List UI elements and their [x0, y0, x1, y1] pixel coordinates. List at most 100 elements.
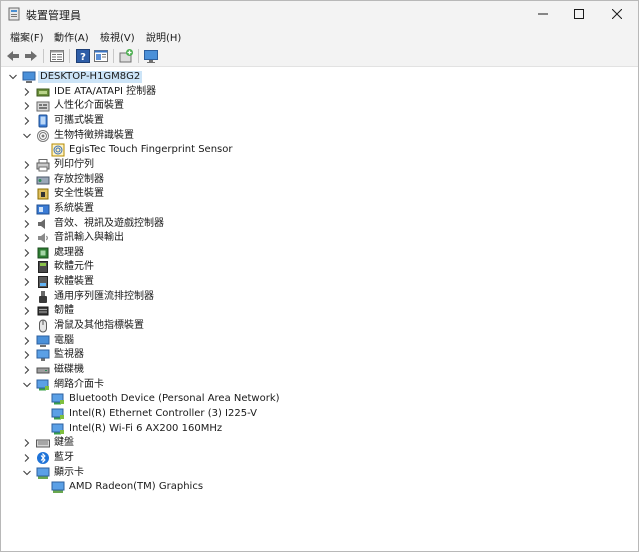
- chevron-right-icon[interactable]: [22, 160, 32, 170]
- tree-root-label: DESKTOP-H1GM8G2: [38, 71, 143, 83]
- chevron-down-icon[interactable]: [22, 131, 32, 141]
- menu-action[interactable]: 動作(A): [54, 29, 89, 44]
- help-icon[interactable]: ?: [75, 48, 91, 64]
- portable-device-icon: [38, 114, 48, 128]
- ide-controller-icon: [36, 88, 50, 97]
- tree-category-item[interactable]: 顯示卡: [1, 466, 638, 481]
- tree-category-item[interactable]: 監視器: [1, 348, 638, 363]
- tree-device-item[interactable]: Intel(R) Ethernet Controller (3) I225-V: [1, 407, 638, 422]
- tree-root[interactable]: DESKTOP-H1GM8G2: [1, 70, 638, 85]
- tree-category-item[interactable]: 韌體: [1, 304, 638, 319]
- tree-category-item[interactable]: 可攜式裝置: [1, 114, 638, 129]
- chevron-right-icon[interactable]: [22, 262, 32, 272]
- tree-category-item[interactable]: 生物特徵辨識裝置: [1, 129, 638, 144]
- svg-text:?: ?: [80, 52, 86, 63]
- processor-icon: [37, 247, 49, 259]
- update-driver-icon[interactable]: [118, 48, 134, 64]
- tree-category-item[interactable]: 磁碟機: [1, 363, 638, 378]
- fingerprint-icon: [51, 143, 65, 157]
- tree-category-label: 軟體元件: [54, 261, 94, 273]
- monitor-scan-icon[interactable]: [143, 48, 159, 64]
- tree-category-item[interactable]: 網路介面卡: [1, 378, 638, 393]
- chevron-right-icon[interactable]: [22, 292, 32, 302]
- chevron-right-icon[interactable]: [22, 277, 32, 287]
- tree-category-label: 可攜式裝置: [54, 114, 104, 126]
- chevron-right-icon[interactable]: [22, 350, 32, 360]
- tree-category-label: 韌體: [54, 305, 74, 317]
- tree-device-item[interactable]: Bluetooth Device (Personal Area Network): [1, 392, 638, 407]
- tree-device-item[interactable]: Intel(R) Wi-Fi 6 AX200 160MHz: [1, 422, 638, 437]
- minimize-button[interactable]: [523, 1, 563, 27]
- tree-category-item[interactable]: 存放控制器: [1, 173, 638, 188]
- tree-device-item[interactable]: AMD Radeon(TM) Graphics: [1, 480, 638, 495]
- tree-category-label: 電腦: [54, 334, 74, 346]
- chevron-right-icon[interactable]: [22, 336, 32, 346]
- chevron-right-icon[interactable]: [22, 453, 32, 463]
- properties-icon[interactable]: [49, 48, 65, 64]
- menu-file[interactable]: 檔案(F): [10, 29, 44, 44]
- tree-device-item[interactable]: EgisTec Touch Fingerprint Sensor: [1, 143, 638, 158]
- chevron-down-icon[interactable]: [22, 380, 32, 390]
- tree-device-label: Intel(R) Ethernet Controller (3) I225-V: [69, 407, 257, 419]
- monitor-icon: [36, 349, 50, 362]
- tree-category-item[interactable]: 列印佇列: [1, 158, 638, 173]
- network-adapter-icon: [51, 393, 64, 405]
- menu-view[interactable]: 檢視(V): [100, 29, 135, 44]
- chevron-right-icon[interactable]: [22, 321, 32, 331]
- minimize-icon: [538, 13, 548, 15]
- close-button[interactable]: [597, 1, 637, 27]
- title-bar[interactable]: 裝置管理員: [1, 1, 638, 27]
- tree-category-label: IDE ATA/ATAPI 控制器: [54, 85, 157, 97]
- tree-category-item[interactable]: 安全性裝置: [1, 187, 638, 202]
- back-arrow-icon[interactable]: [5, 48, 21, 64]
- tree-category-item[interactable]: 電腦: [1, 334, 638, 349]
- chevron-right-icon[interactable]: [22, 87, 32, 97]
- tree-category-item[interactable]: 藍牙: [1, 451, 638, 466]
- tree-category-item[interactable]: 音訊輸入與輸出: [1, 231, 638, 246]
- firmware-icon: [37, 306, 49, 316]
- chevron-right-icon[interactable]: [22, 101, 32, 111]
- tree-category-label: 通用序列匯流排控制器: [54, 290, 154, 302]
- computer-icon: [22, 71, 36, 83]
- chevron-right-icon[interactable]: [22, 365, 32, 375]
- software-device-icon: [38, 276, 48, 289]
- maximize-icon: [574, 9, 584, 19]
- chevron-right-icon[interactable]: [22, 116, 32, 126]
- tree-category-item[interactable]: 軟體裝置: [1, 275, 638, 290]
- tree-category-label: 系統裝置: [54, 202, 94, 214]
- tree-category-item[interactable]: 系統裝置: [1, 202, 638, 217]
- tree-category-item[interactable]: 軟體元件: [1, 260, 638, 275]
- chevron-right-icon[interactable]: [22, 438, 32, 448]
- system-device-icon: [36, 204, 50, 215]
- tree-category-item[interactable]: 人性化介面裝置: [1, 99, 638, 114]
- tree-category-item[interactable]: 音效、視訊及遊戲控制器: [1, 217, 638, 232]
- device-tree[interactable]: DESKTOP-H1GM8G2 IDE ATA/ATAPI 控制器 人性化介面裝置可…: [1, 67, 638, 551]
- chevron-right-icon[interactable]: [22, 248, 32, 258]
- tree-category-label: 人性化介面裝置: [54, 100, 124, 112]
- chevron-right-icon[interactable]: [22, 175, 32, 185]
- chevron-down-icon[interactable]: [22, 468, 32, 478]
- tree-device-label: EgisTec Touch Fingerprint Sensor: [69, 144, 233, 156]
- menu-help[interactable]: 說明(H): [146, 29, 181, 44]
- tree-category-label: 鍵盤: [54, 437, 74, 449]
- chevron-right-icon[interactable]: [22, 189, 32, 199]
- tree-category-item[interactable]: 鍵盤: [1, 436, 638, 451]
- chevron-right-icon[interactable]: [22, 219, 32, 229]
- tree-category-label: 藍牙: [54, 451, 74, 463]
- maximize-button[interactable]: [559, 1, 599, 27]
- tree-category-label: 處理器: [54, 246, 84, 258]
- forward-arrow-icon[interactable]: [23, 48, 39, 64]
- tree-category-item[interactable]: IDE ATA/ATAPI 控制器: [1, 85, 638, 100]
- tree-category-item[interactable]: 滑鼠及其他指標裝置: [1, 319, 638, 334]
- menu-bar: 檔案(F) 動作(A) 檢視(V) 說明(H): [1, 27, 638, 45]
- device-manager-window: 裝置管理員 檔案(F) 動作(A) 檢視(V) 說明(H) ? DESKTOP-…: [0, 0, 639, 552]
- chevron-right-icon[interactable]: [22, 204, 32, 214]
- chevron-down-icon[interactable]: [8, 72, 18, 82]
- chevron-right-icon[interactable]: [22, 233, 32, 243]
- network-adapter-icon: [36, 379, 49, 391]
- device-panel-icon[interactable]: [93, 48, 109, 64]
- tree-category-item[interactable]: 通用序列匯流排控制器: [1, 290, 638, 305]
- chevron-right-icon[interactable]: [22, 306, 32, 316]
- biometric-icon: [37, 129, 49, 142]
- tree-category-item[interactable]: 處理器: [1, 246, 638, 261]
